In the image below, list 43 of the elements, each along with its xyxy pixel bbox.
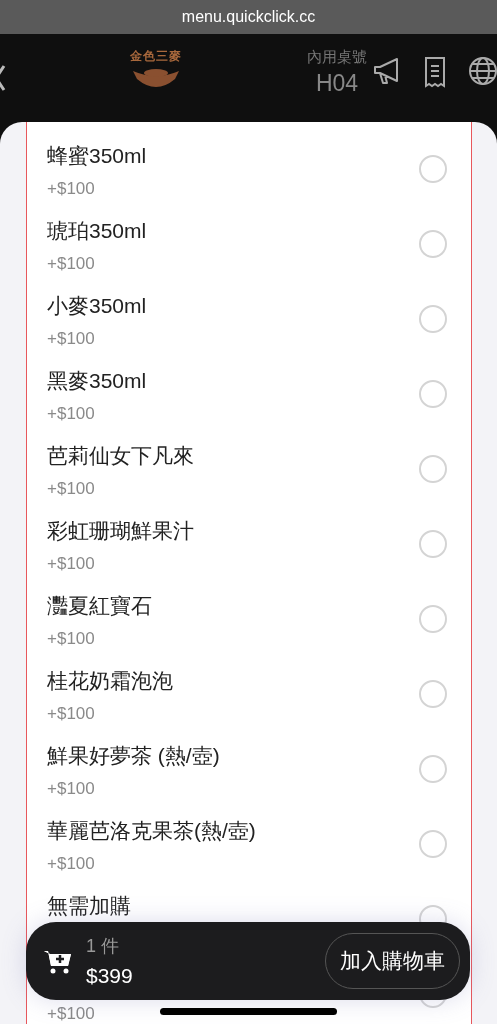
globe-icon[interactable] bbox=[468, 56, 497, 86]
cart-total: $399 bbox=[86, 964, 133, 988]
option-price: +$100 bbox=[47, 479, 95, 499]
radio-button[interactable] bbox=[419, 680, 447, 708]
option-price: +$100 bbox=[47, 704, 95, 724]
add-to-cart-icon bbox=[44, 949, 72, 975]
radio-button[interactable] bbox=[419, 905, 447, 922]
option-name: 灩夏紅寶石 bbox=[47, 593, 152, 619]
option-price: +$100 bbox=[47, 554, 95, 574]
option-price: +$100 bbox=[47, 179, 95, 199]
option-name: 彩虹珊瑚鮮果汁 bbox=[47, 518, 194, 544]
add-to-cart-button[interactable]: 加入購物車 bbox=[325, 933, 460, 989]
option-name: 芭莉仙女下凡來 bbox=[47, 443, 194, 469]
item-count: 1 件 bbox=[86, 935, 119, 958]
url-text: menu.quickclick.cc bbox=[181, 8, 316, 26]
radio-button[interactable] bbox=[419, 605, 447, 633]
option-price: +$100 bbox=[47, 854, 95, 874]
radio-button[interactable] bbox=[419, 830, 447, 858]
logo-text: 金色三麥 bbox=[130, 48, 182, 65]
radio-button[interactable] bbox=[419, 155, 447, 183]
option-name: 小麥350ml bbox=[47, 293, 147, 319]
option-name: 無需加購 bbox=[47, 893, 131, 919]
option-name: 琥珀350ml bbox=[47, 218, 147, 244]
radio-button[interactable] bbox=[419, 230, 447, 258]
radio-button[interactable] bbox=[419, 530, 447, 558]
radio-button[interactable] bbox=[419, 755, 447, 783]
option-name: 蜂蜜350ml bbox=[47, 143, 147, 169]
table-label: 內用桌號 bbox=[307, 48, 367, 67]
radio-button[interactable] bbox=[419, 305, 447, 333]
option-price: +$100 bbox=[47, 779, 95, 799]
option-price: +$100 bbox=[47, 404, 95, 424]
option-name: 桂花奶霜泡泡 bbox=[47, 668, 173, 694]
radio-button[interactable] bbox=[419, 455, 447, 483]
radio-button[interactable] bbox=[419, 380, 447, 408]
option-name: 鮮果好夢茶 (熱/壺) bbox=[47, 743, 220, 769]
table-number: H04 bbox=[315, 70, 359, 97]
option-name: 黑麥350ml bbox=[47, 368, 147, 394]
option-price: +$100 bbox=[47, 1004, 95, 1024]
option-price: +$100 bbox=[47, 629, 95, 649]
option-price: +$100 bbox=[47, 254, 95, 274]
option-price: +$100 bbox=[47, 329, 95, 349]
receipt-icon[interactable] bbox=[423, 56, 447, 88]
option-name: 華麗芭洛克果茶(熱/壺) bbox=[47, 818, 256, 844]
